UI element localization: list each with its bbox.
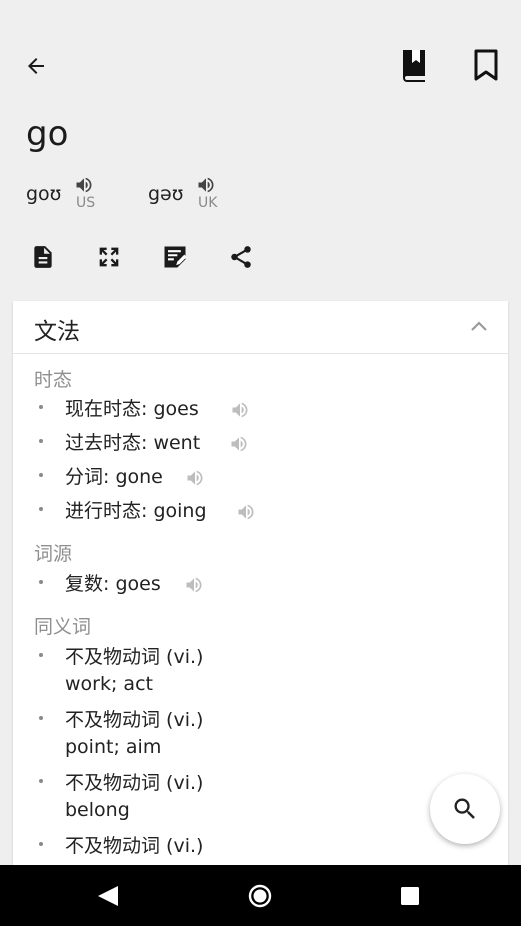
arrow-left-icon (28, 58, 44, 74)
bullet (39, 653, 43, 657)
speaker-icon[interactable] (235, 502, 257, 522)
speaker-icon[interactable] (184, 468, 206, 488)
speaker-icon[interactable] (183, 575, 205, 595)
bullet (39, 439, 43, 443)
grammar-card-title: 文法 (34, 319, 80, 345)
grammar-card: 文法 时态 现在时态: goes 过去时态: went 分词: gone 进行时… (13, 301, 508, 871)
bullet (39, 507, 43, 511)
nav-recents-icon[interactable] (400, 886, 420, 906)
chevron-up-icon[interactable] (470, 319, 488, 333)
pronunciation-uk: gəʊ (148, 183, 184, 205)
edit-note-icon (164, 246, 187, 268)
item-text: 过去时态: went (65, 432, 201, 454)
section-title-synonyms: 同义词 (34, 616, 92, 638)
item-text: 复数: goes (65, 573, 161, 595)
bookmark-button[interactable] (466, 44, 506, 86)
document-button[interactable] (26, 240, 60, 274)
fullscreen-button[interactable] (92, 240, 126, 274)
bullet (39, 473, 43, 477)
nav-home-icon[interactable] (248, 884, 272, 908)
item-label: 不及物动词 (vi.) (65, 709, 204, 731)
play-uk-button[interactable] (194, 174, 218, 196)
book-bookmark-icon (403, 50, 425, 82)
speaker-icon (76, 177, 92, 193)
note-button[interactable] (158, 240, 192, 274)
grammar-card-header[interactable]: 文法 (13, 301, 508, 354)
region-us-label: US (76, 195, 96, 211)
section-title-tense: 时态 (34, 369, 73, 391)
nav-back-icon[interactable] (96, 885, 120, 907)
share-icon (231, 246, 251, 268)
item-label: 不及物动词 (vi.) (65, 835, 204, 857)
fullscreen-icon (99, 247, 119, 267)
item-value: point; aim (65, 736, 162, 758)
search-icon (454, 798, 475, 819)
bullet (39, 580, 43, 584)
headword: go (26, 114, 69, 154)
bullet (39, 405, 43, 409)
document-icon (34, 246, 52, 268)
pronunciation-us: goʊ (26, 183, 62, 205)
item-text: 分词: gone (65, 466, 163, 488)
item-text: 进行时态: going (65, 500, 207, 522)
bookmark-outline-icon (474, 49, 498, 81)
item-value: belong (65, 799, 130, 821)
back-button[interactable] (18, 48, 54, 84)
item-text: 现在时态: goes (65, 398, 199, 420)
speaker-icon[interactable] (229, 400, 251, 420)
bullet (39, 716, 43, 720)
speaker-icon (198, 177, 214, 193)
region-uk-label: UK (198, 195, 218, 211)
share-button[interactable] (224, 240, 258, 274)
bullet (39, 842, 43, 846)
section-title-etymology: 词源 (34, 543, 73, 565)
item-label: 不及物动词 (vi.) (65, 772, 204, 794)
item-label: 不及物动词 (vi.) (65, 646, 204, 668)
bullet (39, 779, 43, 783)
search-fab-button[interactable] (430, 774, 500, 844)
speaker-icon[interactable] (228, 434, 250, 454)
system-navigation-bar (0, 865, 521, 926)
item-value: work; act (65, 673, 153, 695)
wordbook-button[interactable] (394, 44, 434, 86)
play-us-button[interactable] (72, 174, 96, 196)
